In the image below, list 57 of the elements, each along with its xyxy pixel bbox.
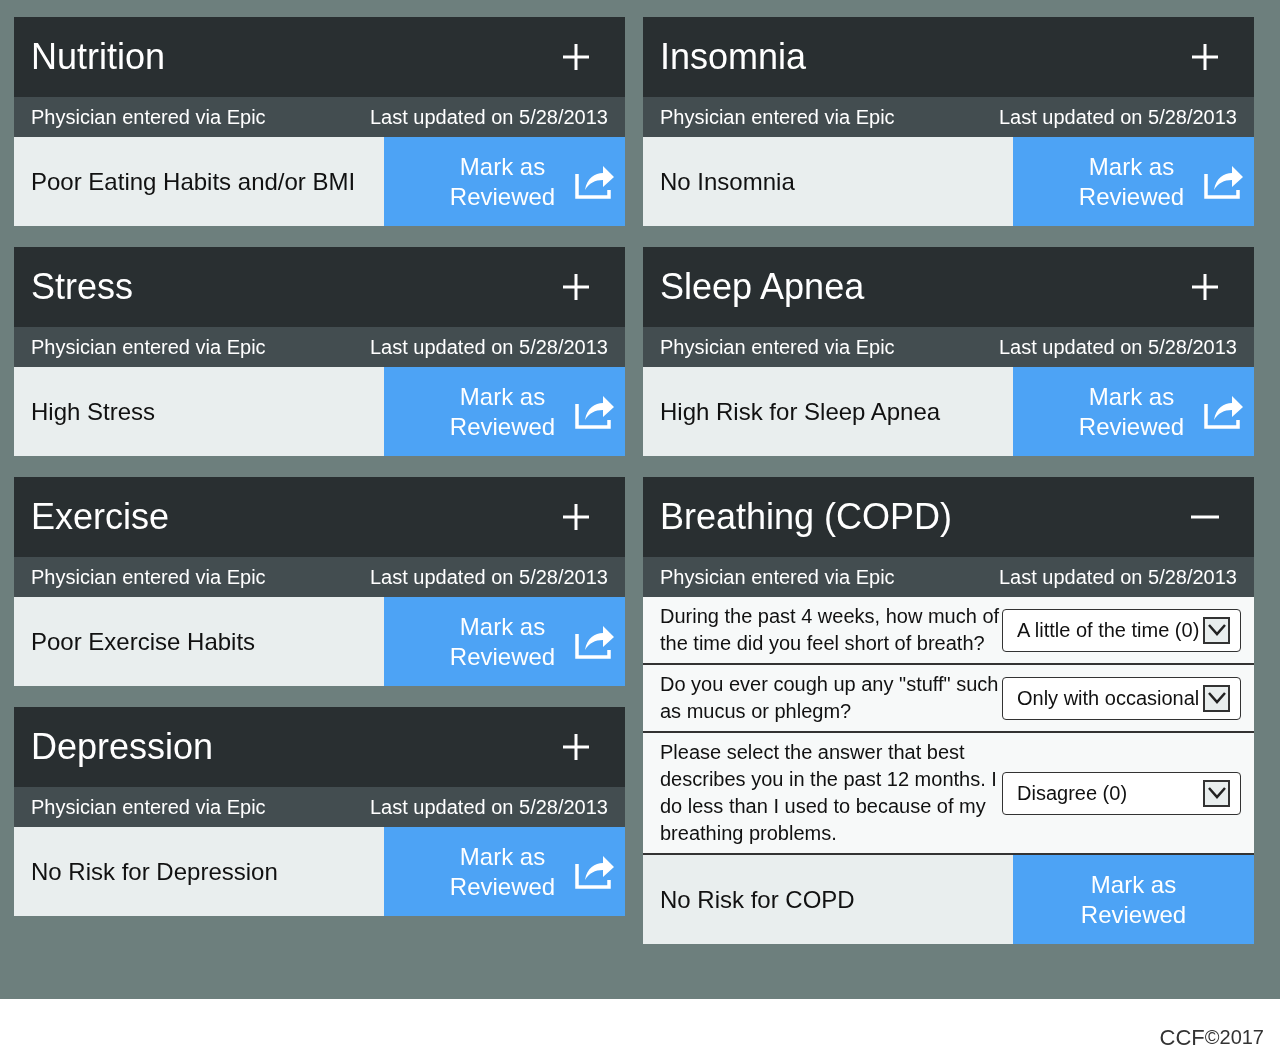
mark-reviewed-button[interactable]: Mark as Reviewed xyxy=(1013,367,1254,456)
question-text: Do you ever cough up any "stuff" such as mucus or phlegm? xyxy=(660,672,1000,724)
expand-icon[interactable] xyxy=(1190,272,1220,302)
share-icon xyxy=(1201,393,1244,430)
mark-reviewed-button[interactable]: Mark as Reviewed xyxy=(1013,855,1254,944)
updated-date: Last updated on 5/28/2013 xyxy=(999,335,1237,360)
result-text: High Stress xyxy=(30,396,157,427)
result-text: Poor Exercise Habits xyxy=(30,626,257,657)
result-text: High Risk for Sleep Apnea xyxy=(659,396,942,427)
result-text: No Risk for Depression xyxy=(30,856,279,887)
mark-reviewed-button[interactable]: Mark as Reviewed xyxy=(384,367,625,456)
card-title: Insomnia xyxy=(660,39,807,75)
share-icon xyxy=(1201,163,1244,200)
answer-dropdown[interactable]: Only with occasional xyxy=(1002,676,1241,720)
source-label: Physician entered via Epic xyxy=(660,565,895,590)
mark-reviewed-button[interactable]: Mark as Reviewed xyxy=(384,597,625,686)
source-label: Physician entered via Epic xyxy=(31,105,266,130)
card-title: Exercise xyxy=(31,499,170,535)
chevron-down-icon xyxy=(1203,684,1230,712)
updated-date: Last updated on 5/28/2013 xyxy=(370,565,608,590)
question-text: Please select the answer that best describes you in the past 12 months. I do less than I used to because of my breathing problems. xyxy=(660,740,998,846)
source-label: Physician entered via Epic xyxy=(31,335,266,360)
card-title: Breathing (COPD) xyxy=(660,499,953,535)
chevron-down-icon xyxy=(1203,779,1230,807)
source-label: Physician entered via Epic xyxy=(31,795,266,820)
updated-date: Last updated on 5/28/2013 xyxy=(370,105,608,130)
card-title: Depression xyxy=(31,729,214,765)
result-text: No Insomnia xyxy=(659,166,796,197)
mark-reviewed-button[interactable]: Mark as Reviewed xyxy=(384,827,625,916)
source-label: Physician entered via Epic xyxy=(660,105,895,130)
share-icon xyxy=(572,163,615,200)
expand-icon[interactable] xyxy=(1190,42,1220,72)
expand-icon[interactable] xyxy=(561,42,591,72)
expand-icon[interactable] xyxy=(561,502,591,532)
updated-date: Last updated on 5/28/2013 xyxy=(999,565,1237,590)
card-title: Sleep Apnea xyxy=(660,269,865,305)
result-text: Poor Eating Habits and/or BMI xyxy=(30,166,357,197)
mark-reviewed-button[interactable]: Mark as Reviewed xyxy=(384,137,625,226)
source-label: Physician entered via Epic xyxy=(31,565,266,590)
card-title: Stress xyxy=(31,269,134,305)
expand-icon[interactable] xyxy=(561,272,591,302)
question-text: During the past 4 weeks, how much of the time did you feel short of breath? xyxy=(660,604,1001,656)
copyright-text: CCF©2017 xyxy=(1159,1027,1264,1049)
expand-icon[interactable] xyxy=(561,732,591,762)
chevron-down-icon xyxy=(1203,616,1230,644)
card-title: Nutrition xyxy=(31,39,166,75)
updated-date: Last updated on 5/28/2013 xyxy=(370,335,608,360)
result-text: No Risk for COPD xyxy=(659,884,856,915)
answer-dropdown[interactable]: Disagree (0) xyxy=(1002,771,1241,815)
updated-date: Last updated on 5/28/2013 xyxy=(999,105,1237,130)
source-label: Physician entered via Epic xyxy=(660,335,895,360)
updated-date: Last updated on 5/28/2013 xyxy=(370,795,608,820)
share-icon xyxy=(572,853,615,890)
mark-reviewed-button[interactable]: Mark as Reviewed xyxy=(1013,137,1254,226)
answer-dropdown[interactable]: A little of the time (0) xyxy=(1002,608,1241,652)
share-icon xyxy=(572,393,615,430)
share-icon xyxy=(572,623,615,660)
